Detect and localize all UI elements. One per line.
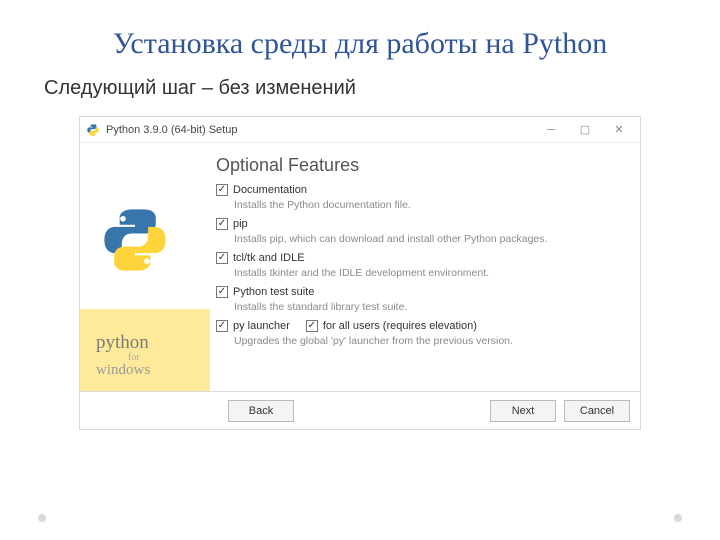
minimize-button[interactable]: ─ bbox=[534, 119, 568, 141]
sidebar: python for windows bbox=[80, 143, 210, 391]
titlebar: Python 3.9.0 (64-bit) Setup ─ ▢ ✕ bbox=[80, 117, 640, 143]
label-allusers: for all users (requires elevation) bbox=[323, 320, 477, 332]
brand-text: python for windows bbox=[96, 333, 150, 379]
checkbox-testsuite[interactable] bbox=[216, 286, 228, 298]
label-testsuite: Python test suite bbox=[233, 286, 314, 298]
desc-testsuite: Installs the standard library test suite… bbox=[234, 301, 626, 313]
checkbox-pip[interactable] bbox=[216, 218, 228, 230]
python-logo-icon bbox=[100, 205, 170, 275]
slide-subtitle: Следующий шаг – без изменений bbox=[44, 77, 680, 100]
button-bar: Back Next Cancel bbox=[80, 391, 640, 429]
desc-pylauncher: Upgrades the global 'py' launcher from t… bbox=[234, 335, 626, 347]
python-icon bbox=[86, 123, 100, 137]
maximize-button[interactable]: ▢ bbox=[568, 119, 602, 141]
desc-pip: Installs pip, which can download and ins… bbox=[234, 233, 626, 245]
content: Optional Features Documentation Installs… bbox=[210, 143, 640, 391]
label-tcltk: tcl/tk and IDLE bbox=[233, 252, 305, 264]
desc-tcltk: Installs tkinter and the IDLE developmen… bbox=[234, 267, 626, 279]
section-heading: Optional Features bbox=[216, 155, 626, 176]
close-button[interactable]: ✕ bbox=[602, 119, 636, 141]
label-documentation: Documentation bbox=[233, 184, 307, 196]
checkbox-pylauncher[interactable] bbox=[216, 320, 228, 332]
installer-window: Python 3.9.0 (64-bit) Setup ─ ▢ ✕ python… bbox=[79, 116, 641, 430]
label-pip: pip bbox=[233, 218, 248, 230]
slide-dot-icon bbox=[38, 514, 46, 522]
slide-dot-icon bbox=[674, 514, 682, 522]
next-button[interactable]: Next bbox=[490, 400, 556, 422]
window-title: Python 3.9.0 (64-bit) Setup bbox=[106, 124, 534, 136]
checkbox-allusers[interactable] bbox=[306, 320, 318, 332]
label-pylauncher: py launcher bbox=[233, 320, 290, 332]
back-button[interactable]: Back bbox=[228, 400, 294, 422]
cancel-button[interactable]: Cancel bbox=[564, 400, 630, 422]
desc-documentation: Installs the Python documentation file. bbox=[234, 199, 626, 211]
checkbox-tcltk[interactable] bbox=[216, 252, 228, 264]
slide-title: Установка среды для работы на Python bbox=[40, 18, 680, 69]
checkbox-documentation[interactable] bbox=[216, 184, 228, 196]
